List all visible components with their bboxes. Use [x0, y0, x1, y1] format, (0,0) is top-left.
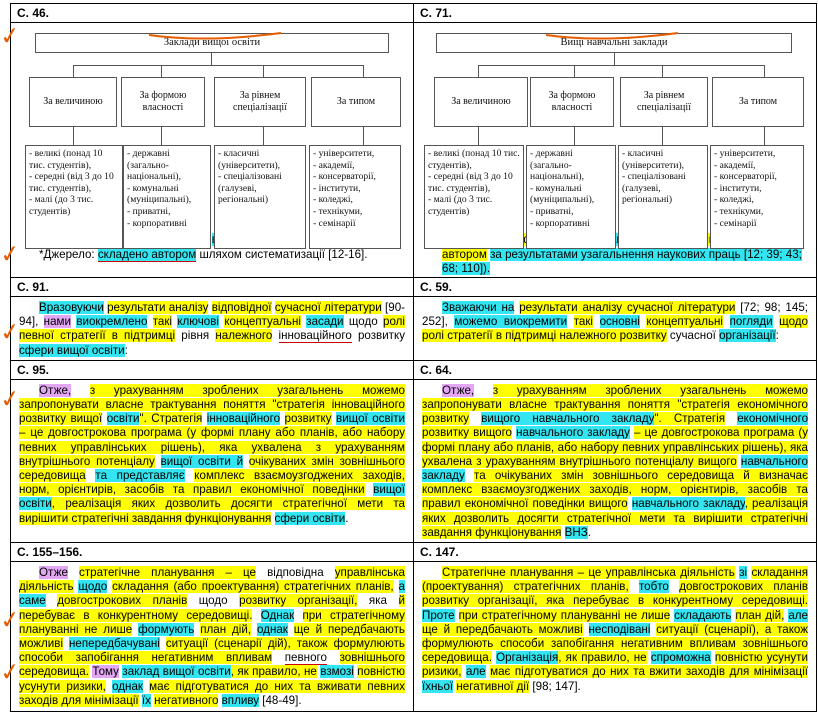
right-section-4-header: С. 147.: [413, 542, 817, 563]
right-diagram: Вищі навчальні заклади За величиною За ф…: [414, 23, 816, 249]
comparison-page: С. 46. С. 71. Заклади вищої освіти За ве…: [10, 3, 817, 723]
left-diagram-leaf-ownership: - державні (загально-національні), - ком…: [123, 145, 211, 249]
left-section-3-header: С. 95.: [10, 359, 414, 380]
left-paragraph-4: Отже стратегічне планування – це відпові…: [19, 566, 405, 707]
ink-check-mark-3: ✓: [0, 316, 22, 348]
right-section-2-header: С. 59.: [413, 277, 817, 297]
right-diagram-leaf-specialization: - класичні (університети), - спеціалізов…: [618, 145, 708, 249]
ink-check-mark-4: ✓: [0, 383, 22, 415]
left-section-2-header: С. 91.: [10, 277, 414, 297]
comparison-table: С. 46. С. 71. Заклади вищої освіти За ве…: [10, 3, 817, 713]
left-diagram-cell: Заклади вищої освіти За величиною За фор…: [10, 22, 414, 278]
ink-check-mark-2: ✓: [0, 238, 22, 270]
right-section-3-body: Отже, з урахуванням зроблених узагальнен…: [413, 378, 817, 544]
left-paragraph-3: Отже, з урахуванням зроблених узагальнен…: [19, 383, 405, 525]
right-section-3-header: С. 64.: [413, 359, 817, 380]
right-diagram-cell: Вищі навчальні заклади За величиною За ф…: [413, 22, 817, 278]
right-diagram-category-type: За типом: [712, 77, 804, 127]
ink-check-mark-5: ✓: [0, 604, 22, 636]
right-diagram-leaf-ownership: - державні (загально-національні), - ком…: [526, 145, 616, 249]
left-section-3-body: Отже, з урахуванням зроблених узагальнен…: [10, 378, 414, 544]
right-diagram-category-specialization: За рівнем спеціалізації: [620, 77, 708, 127]
left-diagram-leaf-type: - університети, - академії, - консервато…: [309, 145, 401, 249]
left-diagram-leaf-specialization: - класичні (університети), - спеціалізов…: [214, 145, 306, 249]
left-section-2-body: Вразовуючи результати аналізу відповідно…: [10, 296, 414, 361]
right-paragraph-2: Зважаючи на результати аналізу сучасної …: [422, 301, 808, 343]
ink-check-mark-1: ✓: [0, 20, 22, 52]
left-diagram-category-ownership: За формою власності: [121, 77, 205, 127]
ink-underline-mark-right: [545, 32, 679, 40]
left-paragraph-2: Вразовуючи результати аналізу відповідно…: [19, 301, 405, 357]
left-diagram: Заклади вищої освіти За величиною За фор…: [11, 23, 413, 249]
right-diagram-leaf-size: - великі (понад 10 тис. студентів), - се…: [424, 145, 524, 249]
right-diagram-leaf-type: - університети, - академії, - консервато…: [710, 145, 804, 249]
right-section-4-body: Стратегічне планування – це управлінська…: [413, 561, 817, 713]
right-diagram-category-ownership: За формою власності: [530, 77, 614, 127]
right-diagram-category-size: За величиною: [434, 77, 528, 127]
right-paragraph-4: Стратегічне планування – це управлінська…: [422, 566, 808, 693]
left-diagram-category-specialization: За рівнем спеціалізації: [214, 77, 306, 127]
right-section-1-header: С. 71.: [413, 3, 817, 23]
left-section-4-body: Отже стратегічне планування – це відпові…: [10, 561, 414, 713]
left-section-1-header: С. 46.: [10, 3, 414, 23]
ink-check-mark-6: ✓: [0, 656, 22, 688]
left-section-4-header: С. 155–156.: [10, 542, 414, 563]
left-diagram-category-size: За величиною: [29, 77, 117, 127]
left-diagram-leaf-size: - великі (понад 10 тис. студентів), - се…: [25, 145, 123, 249]
right-section-2-body: Зважаючи на результати аналізу сучасної …: [413, 296, 817, 361]
left-diagram-category-type: За типом: [311, 77, 401, 127]
right-paragraph-3: Отже, з урахуванням зроблених узагальнен…: [422, 383, 809, 539]
ink-underline-mark: [148, 32, 282, 40]
